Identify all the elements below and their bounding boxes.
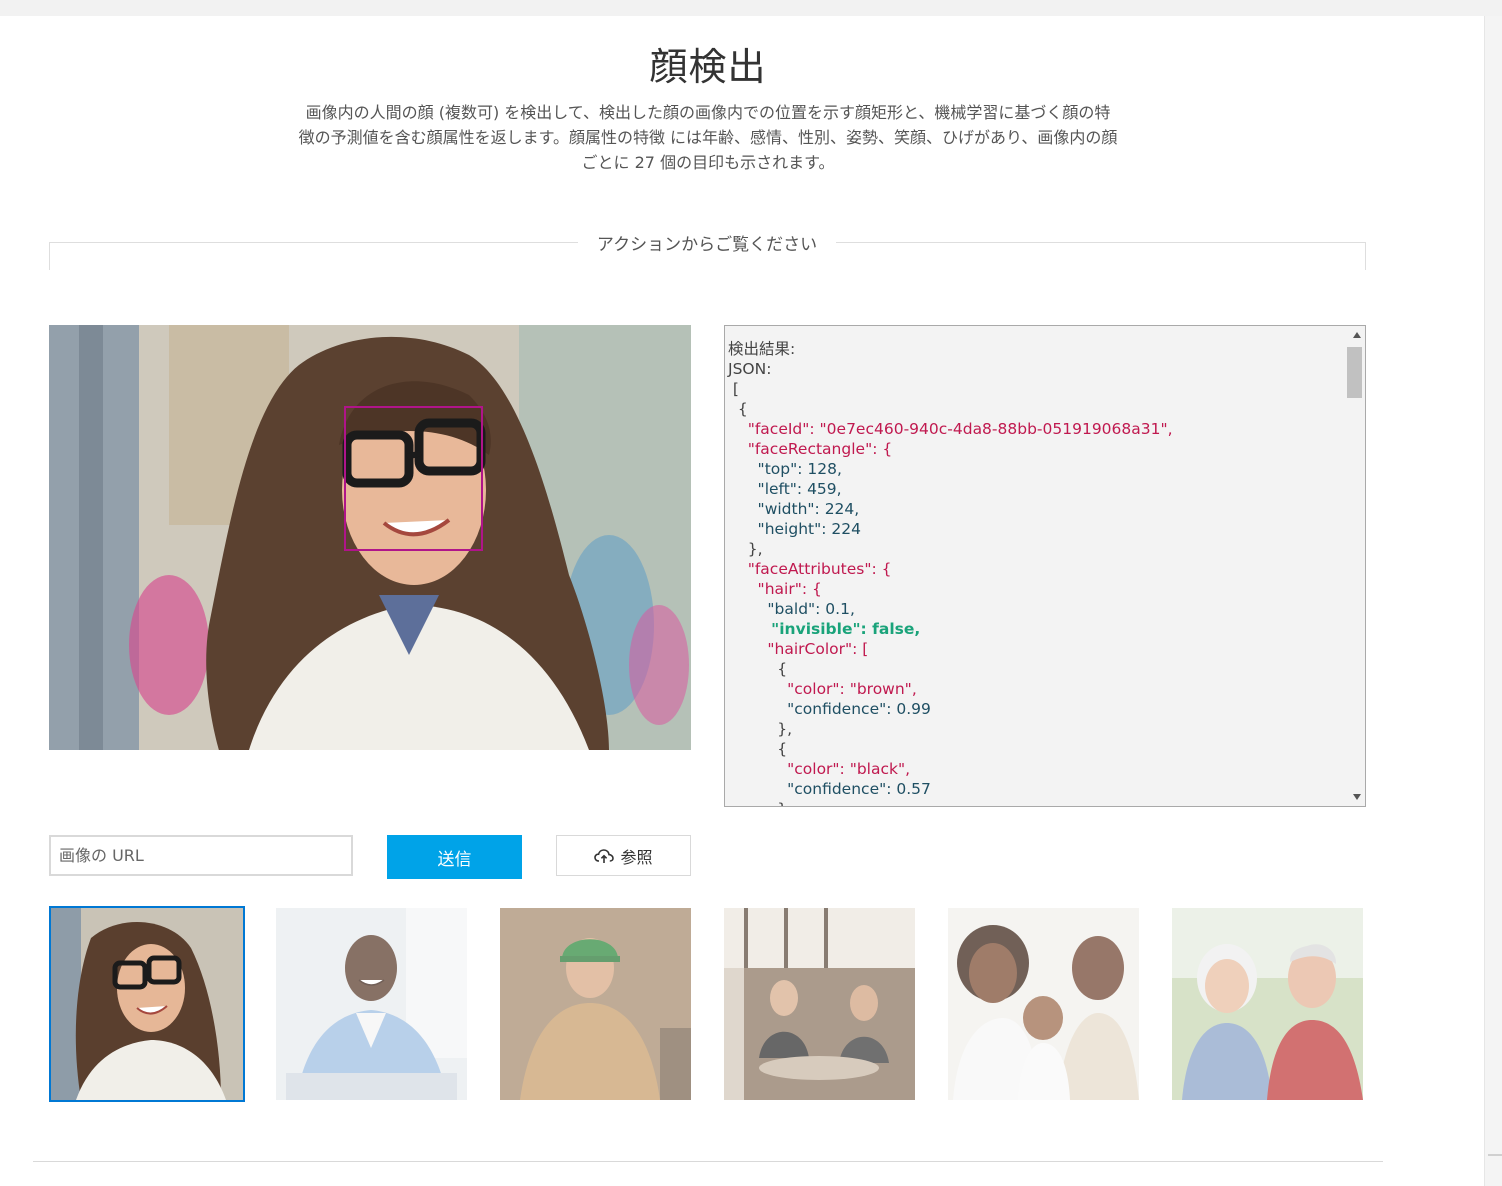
family-thumbnail-image bbox=[948, 908, 1139, 1100]
result-line: "invisible": false, bbox=[728, 620, 921, 638]
scroll-thumb[interactable] bbox=[1347, 347, 1362, 398]
page-scroll-indicator[interactable] bbox=[1488, 1154, 1502, 1156]
result-line: "bald": 0.1, bbox=[728, 600, 855, 618]
result-line: "top": 128, bbox=[728, 460, 842, 478]
page-edge-line bbox=[1484, 16, 1485, 1186]
thumbnail-worker-with-hardhat[interactable] bbox=[500, 908, 691, 1100]
scroll-down-arrow-icon[interactable] bbox=[1353, 794, 1361, 800]
page-scrollbar-track[interactable] bbox=[1484, 16, 1502, 1186]
result-line: "confidence": 0.57 bbox=[728, 780, 931, 798]
smiling-man-thumbnail-image bbox=[276, 908, 467, 1100]
page-description: 画像内の人間の顔 (複数可) を検出して、検出した顔の画像内での位置を示す顔矩形… bbox=[270, 100, 1146, 175]
result-panel[interactable]: 検出結果: JSON: [ { "faceId": "0e7ec460-940c… bbox=[724, 325, 1366, 807]
result-line: "color": "brown", bbox=[728, 680, 917, 698]
result-line: "left": 459, bbox=[728, 480, 842, 498]
page-title: 顔検出 bbox=[649, 45, 767, 89]
result-line: }, bbox=[728, 799, 1344, 806]
result-scrollbar[interactable] bbox=[1347, 326, 1365, 806]
result-line: }, bbox=[728, 720, 793, 738]
cafe-thumbnail-image bbox=[724, 908, 915, 1100]
cloud-upload-icon bbox=[594, 848, 615, 863]
top-band bbox=[0, 0, 1502, 16]
result-line: { bbox=[728, 740, 788, 758]
result-line: JSON: bbox=[728, 360, 772, 378]
result-line: "faceRectangle": { bbox=[728, 440, 893, 458]
result-line: "hairColor": [ bbox=[728, 640, 869, 658]
thumbnail-woman-with-glasses[interactable] bbox=[49, 906, 245, 1102]
result-line: { bbox=[728, 660, 788, 678]
description-line: ごとに 27 個の目印も示されます。 bbox=[581, 153, 835, 172]
browse-button[interactable]: 参照 bbox=[556, 835, 691, 876]
result-line: "width": 224, bbox=[728, 500, 860, 518]
result-json-text[interactable]: 検出結果: JSON: [ { "faceId": "0e7ec460-940c… bbox=[725, 326, 1347, 806]
section-label: アクションからご覧ください bbox=[578, 230, 836, 255]
scroll-up-arrow-icon[interactable] bbox=[1353, 332, 1361, 338]
send-button[interactable]: 送信 bbox=[387, 835, 522, 879]
footer-divider bbox=[33, 1161, 1383, 1162]
image-url-input[interactable] bbox=[49, 835, 353, 876]
description-line: 徴の予測値を含む顔属性を返します。顔属性の特徴 には年齢、感情、性別、姿勢、笑顔… bbox=[298, 128, 1118, 147]
result-line: 検出結果: bbox=[728, 340, 796, 358]
browse-button-label: 参照 bbox=[620, 847, 653, 867]
thumbnail-family-with-baby[interactable] bbox=[948, 908, 1139, 1100]
result-line: "color": "black", bbox=[728, 760, 911, 778]
woman-with-glasses-thumbnail-image bbox=[51, 908, 243, 1100]
thumbnail-smiling-man-sitting[interactable] bbox=[276, 908, 467, 1100]
result-line: { bbox=[728, 400, 748, 418]
thumbnail-elderly-couple[interactable] bbox=[1172, 908, 1363, 1100]
result-line: "height": 224 bbox=[728, 520, 861, 538]
result-line: "confidence": 0.99 bbox=[728, 700, 931, 718]
thumbnail-people-in-cafe[interactable] bbox=[724, 908, 915, 1100]
result-line: "faceAttributes": { bbox=[728, 560, 892, 578]
worker-thumbnail-image bbox=[500, 908, 691, 1100]
elderly-couple-thumbnail-image bbox=[1172, 908, 1363, 1100]
result-line: "hair": { bbox=[728, 580, 822, 598]
result-line: }, bbox=[728, 540, 763, 558]
result-line: [ bbox=[728, 380, 739, 398]
result-line: "faceId": "0e7ec460-940c-4da8-88bb-05191… bbox=[728, 420, 1173, 438]
detected-face-rectangle bbox=[344, 406, 483, 551]
description-line: 画像内の人間の顔 (複数可) を検出して、検出した顔の画像内での位置を示す顔矩形… bbox=[305, 103, 1111, 122]
